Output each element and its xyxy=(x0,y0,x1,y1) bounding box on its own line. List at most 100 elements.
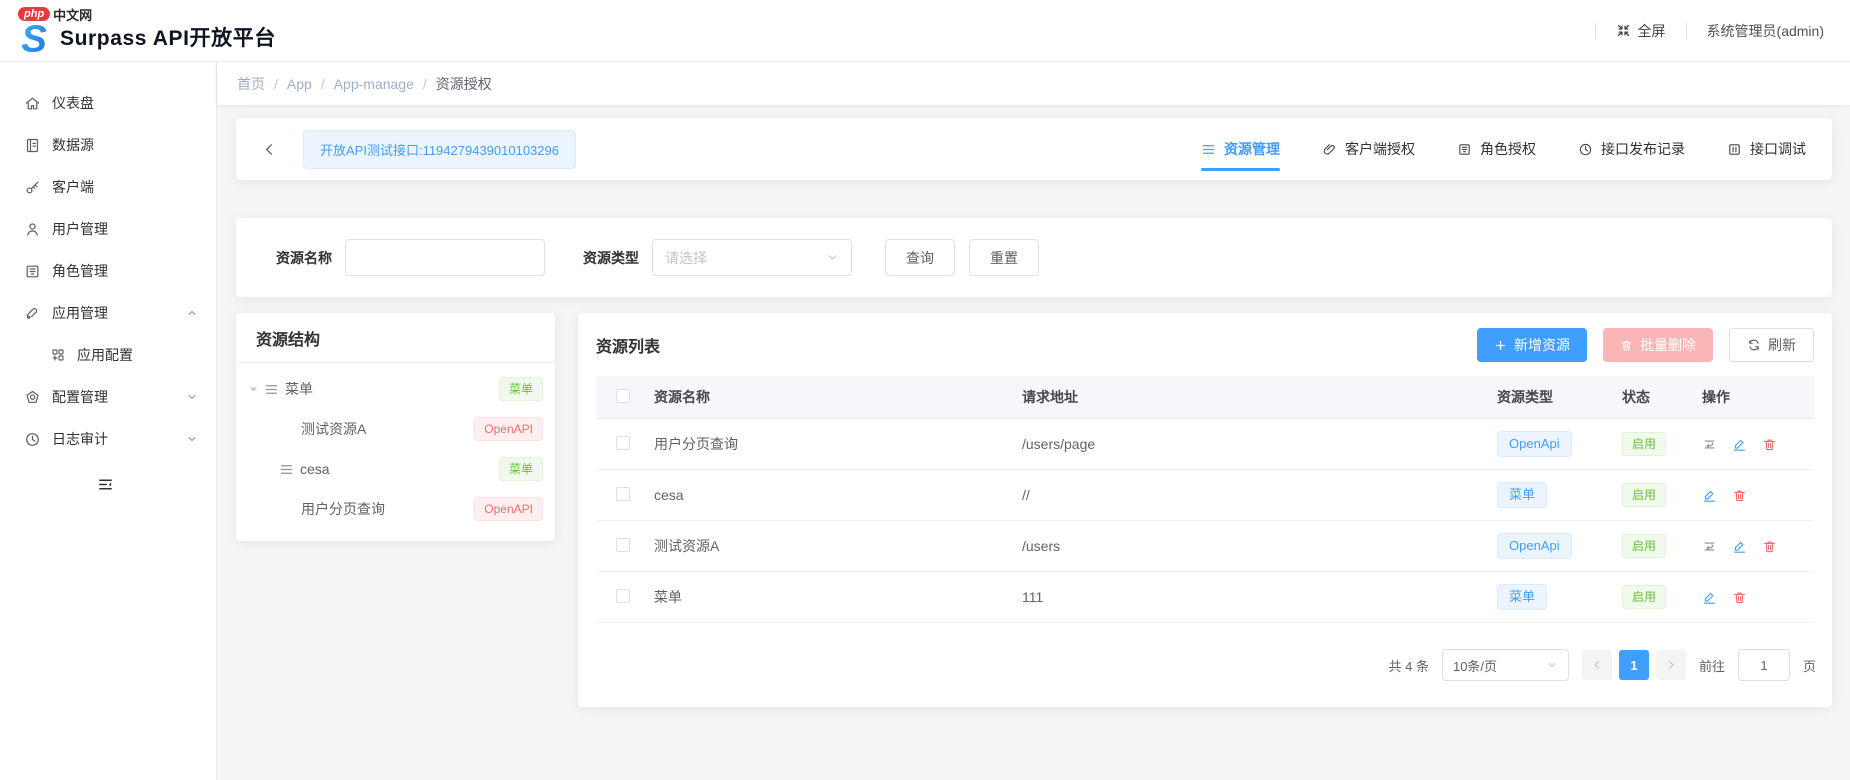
delete-icon[interactable] xyxy=(1732,488,1747,503)
divider xyxy=(1594,22,1596,39)
edit-icon[interactable] xyxy=(1732,437,1747,452)
tab-role-auth[interactable]: 角色授权 xyxy=(1457,118,1536,180)
table-row: 用户分页查询 /users/page OpenApi 启用 xyxy=(596,418,1814,470)
resource-name-input[interactable] xyxy=(345,239,545,276)
status-tag: 启用 xyxy=(1622,432,1667,456)
filter-form: 资源名称 资源类型 请选择 查询 重置 xyxy=(236,218,1832,297)
tab-publish-log[interactable]: 接口发布记录 xyxy=(1578,118,1685,180)
sidebar-item-users[interactable]: 用户管理 xyxy=(0,208,216,250)
prev-page-button[interactable] xyxy=(1581,650,1612,680)
sidebar: 仪表盘 数据源 客户端 用户管理 角色管理 应用管理 应用配置 配置管理 日志审… xyxy=(0,62,217,780)
page-number-button[interactable]: 1 xyxy=(1618,650,1649,680)
resource-type-label: 资源类型 xyxy=(583,249,639,266)
breadcrumb-app[interactable]: App xyxy=(287,76,312,92)
edit-icon[interactable] xyxy=(1732,539,1747,554)
chevron-down-icon xyxy=(188,436,196,442)
sidebar-collapse-button[interactable] xyxy=(0,476,216,493)
delete-icon[interactable] xyxy=(1732,590,1747,605)
role-icon xyxy=(26,265,39,277)
type-tag: OpenApi xyxy=(1497,533,1572,559)
next-page-button[interactable] xyxy=(1655,650,1686,680)
type-tag: OpenApi xyxy=(1497,431,1572,457)
resource-type-select[interactable]: 请选择 xyxy=(652,239,852,276)
picture-icon xyxy=(1459,143,1470,155)
tree-node[interactable]: cesa 菜单 xyxy=(248,449,543,489)
menu-icon xyxy=(1202,144,1215,154)
table-row: cesa // 菜单 启用 xyxy=(596,469,1814,521)
app-config-icon xyxy=(52,349,64,361)
tabs-toolbar: 开放API测试接口:1194279439010103296 资源管理 客户端授权… xyxy=(236,118,1832,180)
row-checkbox[interactable] xyxy=(616,486,630,501)
datasource-icon xyxy=(26,138,39,152)
main-area: 首页 / App / App-manage / 资源授权 开放API测试接口:1… xyxy=(217,62,1850,780)
tree-node[interactable]: 测试资源A OpenAPI xyxy=(248,409,543,449)
list-panel-title: 资源列表 xyxy=(596,339,661,356)
sidebar-item-app-config[interactable]: 应用配置 xyxy=(0,334,216,376)
edit-icon[interactable] xyxy=(1702,488,1717,503)
brand: php 中文网 S Surpass API开放平台 xyxy=(14,3,276,59)
tree-node[interactable]: 菜单 菜单 xyxy=(248,369,543,409)
debug-icon xyxy=(1729,143,1740,155)
fullscreen-button[interactable]: 全屏 xyxy=(1616,21,1666,41)
row-checkbox[interactable] xyxy=(616,588,630,603)
breadcrumb: 首页 / App / App-manage / 资源授权 xyxy=(217,62,1850,105)
fold-menu-icon xyxy=(99,479,112,490)
openapi-tag: OpenAPI xyxy=(474,417,543,441)
select-all-checkbox[interactable] xyxy=(616,388,630,403)
search-button[interactable]: 查询 xyxy=(885,239,955,276)
openapi-tag: OpenAPI xyxy=(474,497,543,521)
add-resource-button[interactable]: 新增资源 xyxy=(1477,328,1587,362)
tab-bar: 资源管理 客户端授权 角色授权 接口发布记录 接口调试 xyxy=(1201,118,1806,180)
sidebar-item-client[interactable]: 客户端 xyxy=(0,166,216,208)
tab-resource-manage[interactable]: 资源管理 xyxy=(1201,118,1280,180)
tree-node[interactable]: 用户分页查询 OpenAPI xyxy=(248,489,543,529)
row-checkbox[interactable] xyxy=(616,435,630,450)
php-logo: php xyxy=(18,7,51,21)
sidebar-item-config[interactable]: 配置管理 xyxy=(0,376,216,418)
row-checkbox[interactable] xyxy=(616,537,630,552)
app-header: php 中文网 S Surpass API开放平台 全屏 系统管理员(admin… xyxy=(0,0,1850,62)
fullscreen-icon xyxy=(1617,24,1629,37)
app-icon xyxy=(26,307,38,319)
sidebar-item-datasource[interactable]: 数据源 xyxy=(0,124,216,166)
divider xyxy=(1685,22,1687,39)
goto-page-input[interactable] xyxy=(1737,649,1790,681)
chevron-right-icon xyxy=(1668,660,1674,670)
chevron-left-icon xyxy=(1594,660,1600,670)
site-watermark: php 中文网 xyxy=(18,5,92,24)
breadcrumb-app-manage[interactable]: App-manage xyxy=(334,76,414,92)
sidebar-item-dashboard[interactable]: 仪表盘 xyxy=(0,82,216,124)
col-status: 状态 xyxy=(1622,376,1702,419)
menu-icon xyxy=(280,464,293,474)
clock-icon xyxy=(26,432,39,446)
refresh-button[interactable]: 刷新 xyxy=(1729,328,1814,362)
menu-icon xyxy=(265,384,278,394)
delete-icon[interactable] xyxy=(1762,539,1777,554)
sidebar-item-apps[interactable]: 应用管理 xyxy=(0,292,216,334)
back-button[interactable] xyxy=(262,142,277,157)
chevron-down-icon xyxy=(828,255,837,260)
breadcrumb-home[interactable]: 首页 xyxy=(237,74,265,94)
publish-icon[interactable] xyxy=(1702,437,1717,452)
tab-client-auth[interactable]: 客户端授权 xyxy=(1322,118,1415,180)
trash-icon xyxy=(1621,340,1632,350)
tab-api-debug[interactable]: 接口调试 xyxy=(1727,118,1806,180)
publish-icon[interactable] xyxy=(1702,539,1717,554)
chevron-up-icon xyxy=(188,310,196,316)
caret-down-icon[interactable] xyxy=(248,384,259,395)
status-tag: 启用 xyxy=(1622,483,1667,507)
table-header-row: 资源名称 请求地址 资源类型 状态 操作 xyxy=(596,376,1814,419)
resource-tree-panel: 资源结构 菜单 菜单 测试资源A OpenAPI cesa 菜单 用户分页查询 … xyxy=(236,313,555,541)
reset-button[interactable]: 重置 xyxy=(969,239,1039,276)
sidebar-item-logs[interactable]: 日志审计 xyxy=(0,418,216,460)
plus-icon xyxy=(1496,340,1505,350)
resource-list-panel: 资源列表 新增资源 批量删除 刷新 资源名称 请求地址 资源类型 状态 操作 用… xyxy=(578,313,1832,707)
page-size-select[interactable]: 10条/页 xyxy=(1441,649,1569,681)
edit-icon[interactable] xyxy=(1702,590,1717,605)
tree-panel-title: 资源结构 xyxy=(236,313,555,363)
delete-icon[interactable] xyxy=(1762,437,1777,452)
user-menu[interactable]: 系统管理员(admin) xyxy=(1707,21,1824,41)
status-tag: 启用 xyxy=(1622,534,1667,558)
sidebar-item-roles[interactable]: 角色管理 xyxy=(0,250,216,292)
batch-delete-button[interactable]: 批量删除 xyxy=(1603,328,1713,362)
